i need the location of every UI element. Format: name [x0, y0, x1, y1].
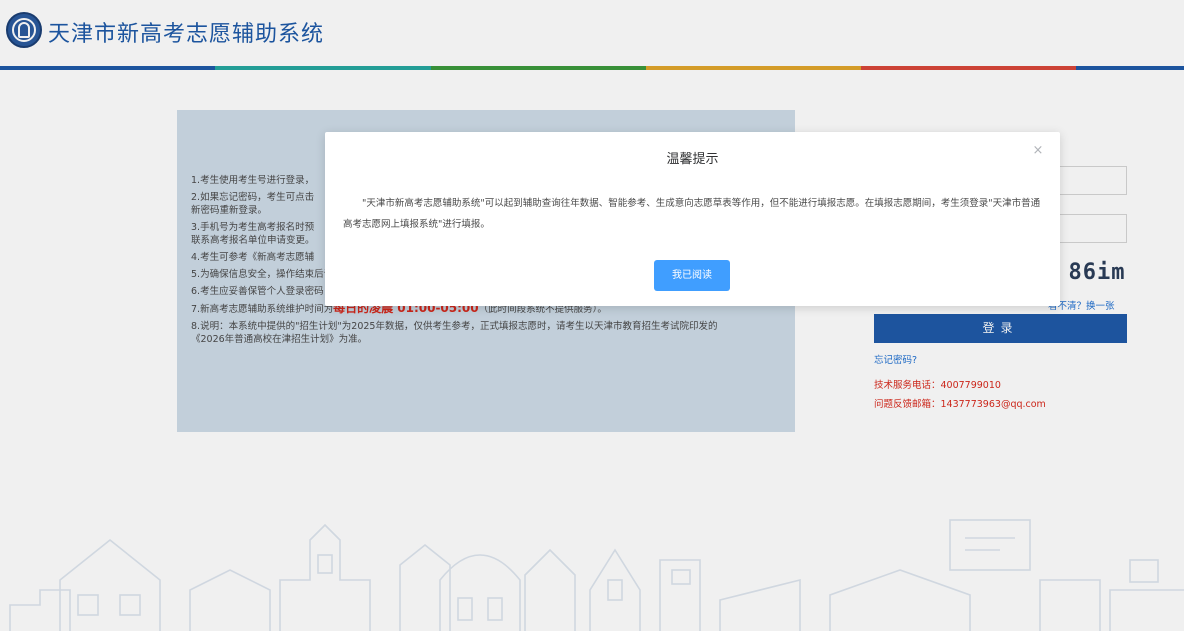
- site-title: 天津市新高考志愿辅助系统: [48, 22, 325, 47]
- modal-message: "天津市新高考志愿辅助系统"可以起到辅助查询往年数据、智能参考、生成意向志愿草表…: [343, 198, 1041, 230]
- color-bar-segment: [968, 66, 1077, 70]
- forgot-password-link[interactable]: 忘记密码?: [874, 352, 917, 366]
- notice-modal: 温馨提示 × "天津市新高考志愿辅助系统"可以起到辅助查询往年数据、智能参考、生…: [325, 132, 1060, 306]
- captcha-image[interactable]: 86im: [1064, 258, 1130, 288]
- university-seal-icon: [6, 12, 42, 48]
- confirm-read-button[interactable]: 我已阅读: [654, 260, 730, 291]
- header-color-bar: [0, 66, 1184, 70]
- page-header: 天津市新高考志愿辅助系统: [0, 0, 1184, 66]
- color-bar-segment: [322, 66, 431, 70]
- color-bar-segment: [645, 66, 754, 70]
- login-button[interactable]: 登录: [874, 314, 1127, 343]
- color-bar-segment: [753, 66, 862, 70]
- notice-item-8: 8.说明：本系统中提供的"招生计划"为2025年数据，仅供考生参考，正式填报志愿…: [191, 321, 718, 345]
- tech-service-phone: 技术服务电话：4007799010: [874, 380, 1001, 391]
- color-bar-segment: [215, 66, 323, 70]
- color-bar-segment: [0, 66, 108, 70]
- color-bar-segment: [861, 66, 969, 70]
- city-skyline-illustration: [9, 519, 1184, 631]
- color-bar-segment: [107, 66, 216, 70]
- color-bar-segment: [1076, 66, 1184, 70]
- color-bar-segment: [538, 66, 646, 70]
- color-bar-segment: [430, 66, 539, 70]
- feedback-email: 问题反馈邮箱：1437773963@qq.com: [874, 399, 1046, 410]
- close-icon[interactable]: ×: [1031, 144, 1045, 158]
- maintenance-prefix: 7.新高考志愿辅助系统维护时间为: [191, 304, 334, 315]
- modal-title: 温馨提示: [666, 152, 719, 167]
